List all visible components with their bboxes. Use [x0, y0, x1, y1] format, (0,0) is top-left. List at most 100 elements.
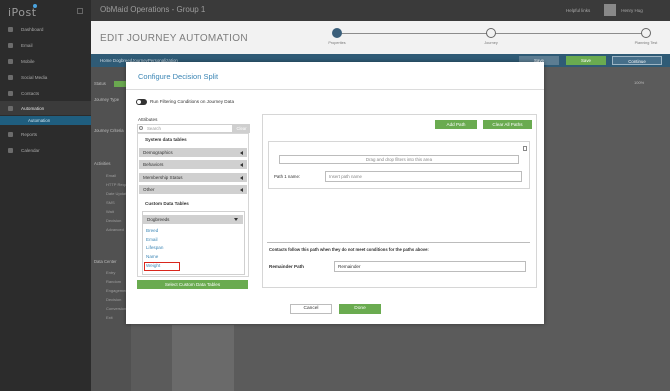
sidebar-item-label: Calendar — [21, 147, 40, 153]
custom-tables-heading: Custom Data Tables — [145, 201, 189, 206]
sidebar-item-reports[interactable]: Reports — [0, 127, 91, 141]
sidebar-item-automation[interactable]: Automation — [0, 101, 91, 115]
group-membership-status[interactable]: Membership Status — [139, 173, 247, 182]
chevron-left-icon — [240, 175, 243, 180]
toggle-label: Run Filtering Conditions on Journey Data — [150, 99, 235, 104]
done-button[interactable]: Done — [339, 304, 381, 314]
clear-all-paths-button[interactable]: Clear All Paths — [483, 120, 532, 129]
ipost-logo: iPost — [8, 6, 37, 19]
group-behaviors[interactable]: Behaviors — [139, 160, 247, 169]
search-icon — [139, 126, 143, 130]
activity-item[interactable]: Random — [106, 279, 121, 284]
avatar[interactable] — [604, 4, 617, 16]
activity-item[interactable]: Conversion — [106, 306, 126, 311]
custom-table-label: Dogbreeds — [147, 217, 170, 222]
journey-node-column — [172, 325, 234, 391]
chevron-left-icon — [240, 150, 243, 155]
zoom-level[interactable]: 100% — [634, 80, 644, 85]
collapse-sidebar-icon[interactable] — [77, 8, 83, 14]
chevron-left-icon — [240, 162, 243, 167]
sidebar-item-social[interactable]: Social Media — [0, 70, 91, 84]
activity-item[interactable]: Advanced — [106, 227, 124, 232]
sidebar-item-dashboard[interactable]: Dashboard — [0, 22, 91, 36]
remainder-path-label: Remainder Path — [269, 264, 304, 269]
activity-item[interactable]: Exit — [106, 315, 113, 320]
email-icon — [8, 42, 13, 48]
divider — [267, 242, 530, 243]
panel-label: Activities — [94, 161, 111, 166]
user-area: Helpful links Henry Hug — [566, 4, 643, 16]
save-exit-button[interactable]: Save — [566, 56, 606, 65]
group-label: Other — [143, 187, 155, 192]
social-icon — [8, 74, 13, 80]
path-name-input[interactable]: Insert path name — [325, 171, 522, 182]
group-label: Behaviors — [143, 162, 164, 167]
sidebar-item-mobile[interactable]: Mobile — [0, 54, 91, 68]
mobile-icon — [8, 58, 13, 64]
run-filtering-toggle[interactable] — [136, 99, 147, 105]
add-path-button[interactable]: Add Path — [435, 120, 477, 129]
dashboard-icon — [8, 26, 13, 32]
panel-label: Status — [94, 81, 106, 86]
helpful-links[interactable]: Helpful links — [566, 8, 590, 13]
calendar-icon — [8, 147, 13, 153]
sidebar-item-label: Mobile — [21, 58, 35, 64]
activity-item[interactable]: Decision — [106, 297, 121, 302]
field-breed[interactable]: Breed — [146, 228, 158, 233]
path-name-label: Path 1 name: — [274, 174, 301, 179]
activity-item[interactable]: Entry — [106, 270, 115, 275]
field-name[interactable]: Name — [146, 254, 158, 259]
activity-item[interactable]: SMS — [106, 200, 115, 205]
field-lifespan[interactable]: Lifespan — [146, 245, 163, 250]
dialog-title: Configure Decision Split — [138, 72, 219, 81]
system-tables-heading: System data tables — [145, 137, 187, 142]
sidebar-item-email[interactable]: Email — [0, 38, 91, 52]
cancel-button[interactable]: Cancel — [290, 304, 332, 314]
custom-table-dogbreeds[interactable]: Dogbreeds — [143, 215, 243, 224]
field-email[interactable]: Email — [146, 237, 158, 242]
sidebar-item-contacts[interactable]: Contacts — [0, 86, 91, 100]
sidebar-item-label: Email — [21, 42, 33, 48]
logo-mark-icon — [33, 4, 37, 8]
panel-label: Data Center — [94, 259, 117, 264]
contacts-icon — [8, 90, 13, 96]
activity-item[interactable]: Email — [106, 173, 116, 178]
user-name[interactable]: Henry Hug — [621, 8, 643, 13]
sidebar-item-label: Automation — [21, 105, 45, 111]
step-label: Properties — [328, 41, 346, 45]
clear-button[interactable]: Clear — [233, 124, 250, 133]
panel-label: Journey Type — [94, 97, 120, 102]
remainder-path-input[interactable]: Remainder — [334, 261, 526, 272]
page-title: EDIT JOURNEY AUTOMATION — [100, 33, 248, 44]
org-title: ObMaid Operations - Group 1 — [100, 5, 206, 14]
attributes-title: Attributes — [138, 117, 158, 122]
group-label: Membership Status — [143, 175, 183, 180]
step-journey[interactable] — [486, 28, 496, 38]
search-input[interactable]: Search — [137, 124, 233, 133]
select-custom-tables-button[interactable]: Select Custom Data Tables — [137, 280, 248, 289]
step-planning-test[interactable] — [641, 28, 651, 38]
chevron-down-icon — [234, 218, 238, 221]
highlight-box — [144, 262, 180, 271]
activity-item[interactable]: Wait — [106, 209, 114, 214]
sidebar-item-label: Dashboard — [21, 26, 44, 32]
sidebar-item-label: Reports — [21, 131, 38, 137]
continue-button[interactable]: Continue — [612, 56, 662, 65]
sidebar-subitem-automation[interactable]: Automation — [0, 116, 91, 125]
step-label: Journey — [484, 41, 498, 45]
copy-icon[interactable] — [523, 146, 527, 151]
sidebar-item-label: Contacts — [21, 90, 40, 96]
activity-item[interactable]: Decision — [106, 218, 121, 223]
filter-drop-zone[interactable]: Drag and drop filters into this area — [279, 155, 519, 164]
step-label: Planning Test — [634, 41, 658, 45]
reports-icon — [8, 131, 13, 137]
sidebar: iPost Dashboard Email Mobile Social Medi… — [0, 0, 91, 391]
sidebar-item-calendar[interactable]: Calendar — [0, 143, 91, 157]
group-demographics[interactable]: Demographics — [139, 148, 247, 157]
group-label: Demographics — [143, 150, 173, 155]
panel-label: Journey Criteria — [94, 128, 124, 133]
chevron-left-icon — [240, 187, 243, 192]
step-properties[interactable] — [332, 28, 342, 38]
remainder-note: Contacts follow this path when they do n… — [269, 247, 429, 252]
group-other[interactable]: Other — [139, 185, 247, 194]
